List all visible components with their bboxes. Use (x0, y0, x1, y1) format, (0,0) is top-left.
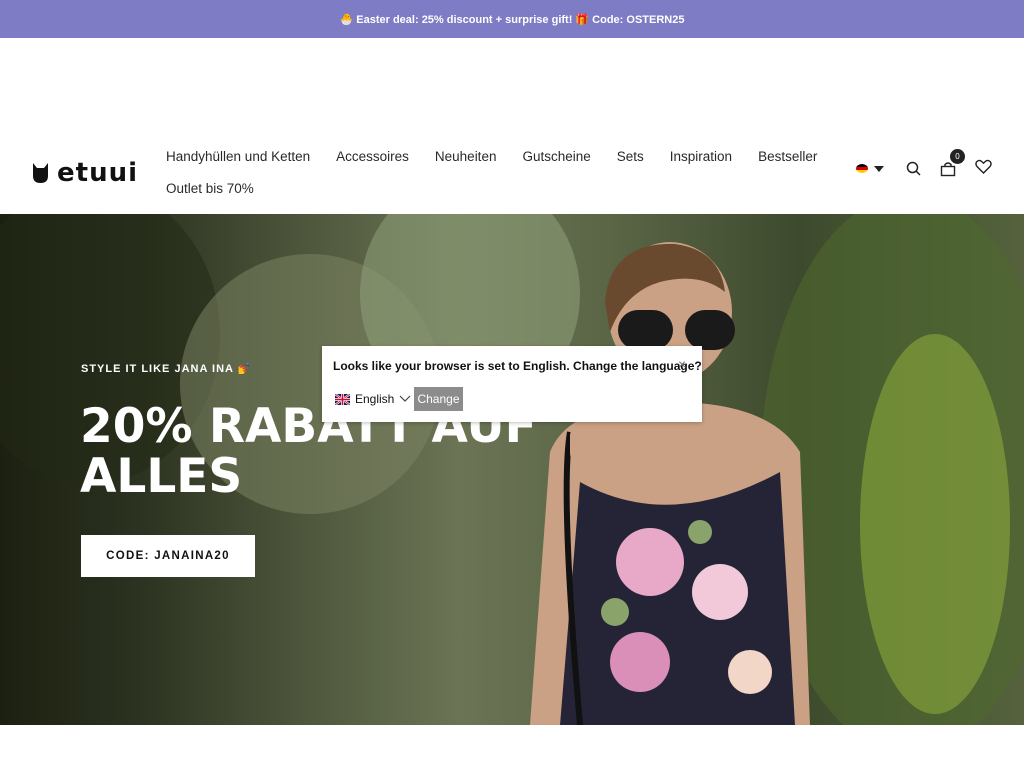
cart-button[interactable]: 0 (940, 149, 965, 177)
nav-item-inspiration[interactable]: Inspiration (670, 149, 732, 164)
language-selector[interactable] (856, 164, 884, 173)
announcement-text: 🐣 Easter deal: 25% discount + surprise g… (339, 13, 685, 26)
language-popup-message: Looks like your browser is set to Englis… (333, 359, 702, 373)
nav-item-handyhuellen[interactable]: Handyhüllen und Ketten (166, 149, 310, 164)
close-icon[interactable]: × (678, 356, 686, 372)
announcement-bar: 🐣 Easter deal: 25% discount + surprise g… (0, 0, 1024, 38)
change-language-button[interactable]: Change (414, 387, 463, 411)
caret-down-icon (874, 165, 884, 172)
hero-banner[interactable]: STYLE IT LIKE JANA INA 💅 20% RABATT AUF … (0, 214, 1024, 725)
nav-item-bestseller[interactable]: Bestseller (758, 149, 817, 164)
nav-row-2: Outlet bis 70% (166, 172, 806, 204)
language-dropdown[interactable]: English (335, 392, 411, 406)
hero-kicker: STYLE IT LIKE JANA INA 💅 (81, 363, 253, 375)
wishlist-button[interactable] (975, 159, 992, 174)
nav-item-neuheiten[interactable]: Neuheiten (435, 149, 497, 164)
brand-name: etuui (57, 158, 138, 188)
language-popup: Looks like your browser is set to Englis… (322, 346, 702, 422)
flag-uk-icon (335, 393, 350, 405)
fox-logo-icon (33, 163, 48, 183)
main-nav: Handyhüllen und Ketten Accessoires Neuhe… (166, 140, 817, 204)
hero-palm-highlight (860, 334, 1010, 714)
header-tools: 0 (852, 149, 1002, 184)
search-button[interactable] (906, 161, 921, 176)
chevron-down-icon (399, 395, 411, 402)
flag-de-icon (856, 164, 868, 173)
nav-item-accessoires[interactable]: Accessoires (336, 149, 409, 164)
cart-count-badge: 0 (950, 149, 965, 164)
nav-item-sets[interactable]: Sets (617, 149, 644, 164)
site-header: etuui Handyhüllen und Ketten Accessoires… (0, 38, 1024, 214)
nav-item-gutscheine[interactable]: Gutscheine (522, 149, 590, 164)
logo[interactable]: etuui (32, 158, 138, 188)
search-icon (906, 161, 921, 176)
nav-row-1: Handyhüllen und Ketten Accessoires Neuhe… (166, 140, 817, 172)
selected-language-label: English (355, 392, 395, 406)
hero-code-button[interactable]: CODE: JANAINA20 (81, 535, 255, 577)
nav-item-outlet[interactable]: Outlet bis 70% (166, 181, 254, 196)
heart-icon (975, 159, 992, 174)
